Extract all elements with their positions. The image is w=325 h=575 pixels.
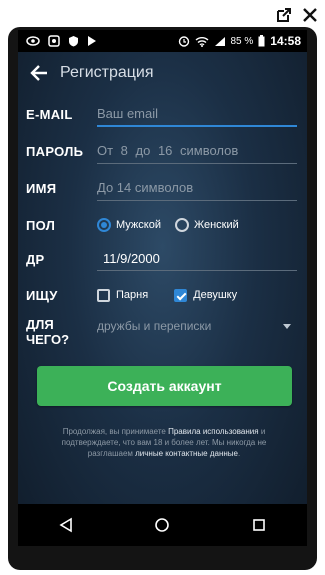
radio-male-indicator bbox=[97, 218, 111, 232]
open-external-icon[interactable] bbox=[275, 6, 293, 24]
terms-link[interactable]: Правила использования bbox=[168, 427, 258, 436]
alarm-icon bbox=[178, 35, 190, 47]
password-placeholder: От 8 до 16 символов bbox=[97, 143, 239, 158]
create-account-button[interactable]: Создать аккаунт bbox=[37, 366, 292, 406]
navigation-bar bbox=[18, 504, 307, 546]
checkbox-girl-label: Девушку bbox=[193, 289, 238, 301]
email-field[interactable]: Ваш email bbox=[97, 101, 297, 127]
checkbox-guy[interactable]: Парня bbox=[97, 288, 149, 302]
app-notification-icon bbox=[48, 35, 60, 47]
checkbox-guy-box bbox=[97, 288, 110, 302]
name-row: ИМЯ До 14 символов bbox=[18, 173, 307, 203]
name-placeholder: До 14 символов bbox=[97, 180, 194, 195]
nav-home-icon[interactable] bbox=[147, 510, 177, 540]
birthdate-field[interactable]: 11/9/2000 bbox=[97, 247, 297, 271]
password-field[interactable]: От 8 до 16 символов bbox=[97, 139, 297, 164]
legal-part1: Продолжая, вы принимаете bbox=[62, 427, 169, 436]
signal-icon bbox=[214, 36, 226, 47]
overlay-controls bbox=[275, 6, 319, 24]
email-label: E-MAIL bbox=[26, 106, 73, 122]
app-bar: Регистрация bbox=[18, 52, 307, 94]
eye-icon bbox=[26, 36, 40, 46]
gender-label: ПОЛ bbox=[26, 217, 56, 233]
private-data-link[interactable]: личные контактные данные bbox=[135, 449, 238, 458]
password-label: ПАРОЛЬ bbox=[26, 143, 84, 159]
birthdate-label: ДР bbox=[26, 251, 45, 267]
name-label: ИМЯ bbox=[26, 180, 57, 196]
email-placeholder: Ваш email bbox=[97, 105, 159, 121]
wifi-icon bbox=[195, 36, 209, 47]
gender-radio-group: Мужской Женский bbox=[97, 218, 239, 232]
play-store-icon bbox=[87, 35, 97, 47]
birthdate-value: 11/9/2000 bbox=[103, 251, 160, 266]
legal-text: Продолжая, вы принимаете Правила использ… bbox=[38, 426, 290, 459]
name-field[interactable]: До 14 символов bbox=[97, 176, 297, 201]
radio-female[interactable]: Женский bbox=[174, 218, 239, 232]
close-icon[interactable] bbox=[301, 6, 319, 24]
status-bar: 85 % 14:58 bbox=[18, 30, 307, 52]
looking-for-row: ИЩУ Парня Девушку bbox=[18, 280, 307, 310]
frame: 85 % 14:58 Регистрация E-MAIL Ваш email … bbox=[0, 0, 325, 575]
radio-female-label: Женский bbox=[193, 219, 239, 231]
shield-icon bbox=[68, 35, 79, 47]
email-row: E-MAIL Ваш email bbox=[18, 99, 307, 129]
checkbox-guy-label: Парня bbox=[116, 289, 149, 301]
nav-recents-icon[interactable] bbox=[244, 510, 274, 540]
purpose-label-line1: ДЛЯ bbox=[26, 317, 54, 332]
app-screen: 85 % 14:58 Регистрация E-MAIL Ваш email … bbox=[18, 30, 307, 546]
radio-male[interactable]: Мужской bbox=[97, 218, 161, 232]
purpose-selected: дружбы и переписки bbox=[97, 319, 212, 333]
clock: 14:58 bbox=[270, 34, 301, 48]
checkbox-girl[interactable]: Девушку bbox=[174, 288, 238, 302]
purpose-label-line2: ЧЕГО? bbox=[26, 332, 70, 347]
back-arrow-icon[interactable] bbox=[24, 58, 54, 88]
checkbox-girl-box bbox=[174, 288, 188, 302]
birthdate-row: ДР 11/9/2000 bbox=[18, 244, 307, 274]
dropdown-arrow-icon bbox=[283, 323, 291, 329]
gender-row: ПОЛ Мужской Женский bbox=[18, 210, 307, 240]
purpose-label: ДЛЯ ЧЕГО? bbox=[26, 317, 69, 347]
looking-for-label: ИЩУ bbox=[26, 287, 58, 303]
purpose-row: ДЛЯ ЧЕГО? дружбы и переписки bbox=[18, 314, 307, 350]
battery-icon bbox=[258, 35, 265, 47]
purpose-dropdown[interactable]: дружбы и переписки bbox=[97, 314, 297, 338]
radio-male-label: Мужской bbox=[116, 219, 161, 231]
legal-part3: . bbox=[238, 449, 241, 458]
password-row: ПАРОЛЬ От 8 до 16 символов bbox=[18, 136, 307, 166]
radio-female-indicator bbox=[174, 218, 189, 232]
battery-percent: 85 % bbox=[230, 35, 254, 47]
page-title: Регистрация bbox=[60, 64, 154, 81]
looking-for-group: Парня Девушку bbox=[97, 288, 238, 302]
nav-back-icon[interactable] bbox=[51, 510, 81, 540]
